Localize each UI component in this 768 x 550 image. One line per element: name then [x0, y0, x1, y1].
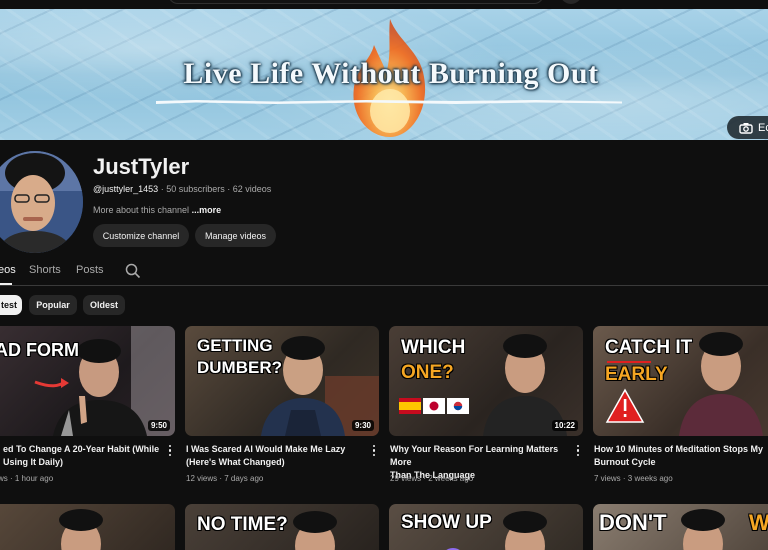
tab-shorts[interactable]: Shorts [29, 264, 61, 276]
chip-latest[interactable]: test [0, 295, 22, 315]
about-text: More about this channel [93, 205, 190, 215]
video-title-line: ed To Change A 20-Year Habit (While [3, 444, 160, 454]
subscriber-count: 50 subscribers [166, 184, 225, 194]
edit-banner-label: Ec [758, 121, 768, 134]
channel-avatar[interactable] [0, 151, 83, 253]
video-thumbnail[interactable]: CATCH IT EARLY [593, 326, 768, 436]
thumbnail-text-part: DON'T [599, 510, 667, 535]
thumbnail-text: DON'T WA [599, 510, 768, 536]
masthead-search-button[interactable] [560, 0, 582, 4]
video-stats: ws · 1 hour ago [0, 474, 54, 483]
video-title-line: Why Your Reason For Learning Matters Mor… [390, 444, 559, 467]
meta-separator: · [160, 184, 164, 194]
video-thumbnail[interactable]: AD FORM 9:50 [0, 326, 175, 436]
video-title-line: Using It Daily) [3, 457, 64, 467]
banner-title: Live Life Without Burning Out [183, 57, 599, 90]
video-thumbnail[interactable] [0, 504, 175, 550]
thumbnail-text-line: DUMBER? [197, 358, 282, 377]
thumbnail-text: CATCH IT EARLY [605, 334, 692, 388]
video-title-line: How 10 Minutes of Meditation Stops My [594, 444, 764, 454]
thumbnail-text-line: GETTING [197, 336, 273, 355]
meta-separator: · [227, 184, 231, 194]
flag-spain-icon [399, 398, 421, 414]
video-duration: 10:22 [551, 420, 578, 431]
thumbnail-text: NO TIME? [197, 514, 288, 535]
video-thumbnail[interactable]: DON'T WA [593, 504, 768, 550]
thumbnail-text-line: EARLY [605, 364, 668, 385]
video-title-line: I Was Scared AI Would Make Me Lazy [186, 444, 346, 454]
thumbnail-text: WHICH ONE? [401, 335, 465, 385]
thumbnail-text: GETTING DUMBER? [197, 335, 282, 379]
video-title[interactable]: ed To Change A 20-Year Habit (While Usin… [3, 443, 163, 469]
thumbnail-text-line: ONE? [401, 362, 454, 383]
video-thumbnail[interactable]: SHOW UP [389, 504, 583, 550]
thumbnail-text: SHOW UP [401, 512, 492, 533]
thumbnail-text-line: CATCH IT [605, 337, 693, 358]
thumbnail-text: AD FORM [0, 340, 79, 360]
video-stats: 29 views · 2 weeks ago [390, 474, 474, 483]
masthead-search-box[interactable] [168, 0, 544, 4]
more-vert-icon[interactable] [167, 445, 173, 458]
thumbnail-text-line: WHICH [401, 337, 466, 358]
flag-korea-icon [447, 398, 469, 414]
video-duration: 9:50 [147, 420, 170, 431]
banner-underline [156, 100, 622, 104]
video-title[interactable]: I Was Scared AI Would Make Me Lazy (Here… [186, 443, 356, 469]
video-thumbnail[interactable]: NO TIME? [185, 504, 379, 550]
customize-channel-button[interactable]: Customize channel [93, 224, 189, 247]
tab-videos[interactable]: eos [0, 264, 16, 276]
channel-banner: Live Life Without Burning Out Ec [0, 9, 768, 140]
more-vert-icon[interactable] [575, 445, 581, 458]
chip-popular[interactable]: Popular [29, 295, 77, 315]
video-stats: 7 views · 3 weeks ago [594, 474, 673, 483]
channel-name: JustTyler [93, 154, 190, 179]
search-icon[interactable] [125, 263, 141, 279]
flag-japan-icon [423, 398, 445, 414]
video-title[interactable]: How 10 Minutes of Meditation Stops My Bu… [594, 443, 764, 469]
camera-icon [739, 122, 753, 134]
more-vert-icon[interactable] [371, 445, 377, 458]
channel-meta: @justtyler_1453 · 50 subscribers · 62 vi… [93, 184, 271, 194]
tab-posts[interactable]: Posts [76, 264, 104, 276]
video-count: 62 videos [232, 184, 272, 194]
edit-banner-button[interactable]: Ec [727, 116, 768, 139]
top-bar [0, 0, 768, 9]
video-title-line: Burnout Cycle [594, 457, 656, 467]
chip-oldest[interactable]: Oldest [83, 295, 125, 315]
avatar-image [0, 151, 83, 253]
video-thumbnail[interactable]: GETTING DUMBER? 9:30 [185, 326, 379, 436]
video-title-line: (Here's What Changed) [186, 457, 285, 467]
manage-videos-button[interactable]: Manage videos [195, 224, 276, 247]
channel-about[interactable]: More about this channel ...more [93, 205, 221, 215]
video-duration: 9:30 [351, 420, 374, 431]
warning-icon [605, 388, 645, 423]
video-thumbnail[interactable]: WHICH ONE? 10:22 [389, 326, 583, 436]
more-link[interactable]: ...more [192, 205, 222, 215]
thumbnail-image [59, 509, 103, 550]
tabs-divider [0, 285, 768, 286]
channel-handle: @justtyler_1453 [93, 184, 159, 194]
thumbnail-text-part: WA [749, 510, 768, 535]
video-stats: 12 views · 7 days ago [186, 474, 264, 483]
